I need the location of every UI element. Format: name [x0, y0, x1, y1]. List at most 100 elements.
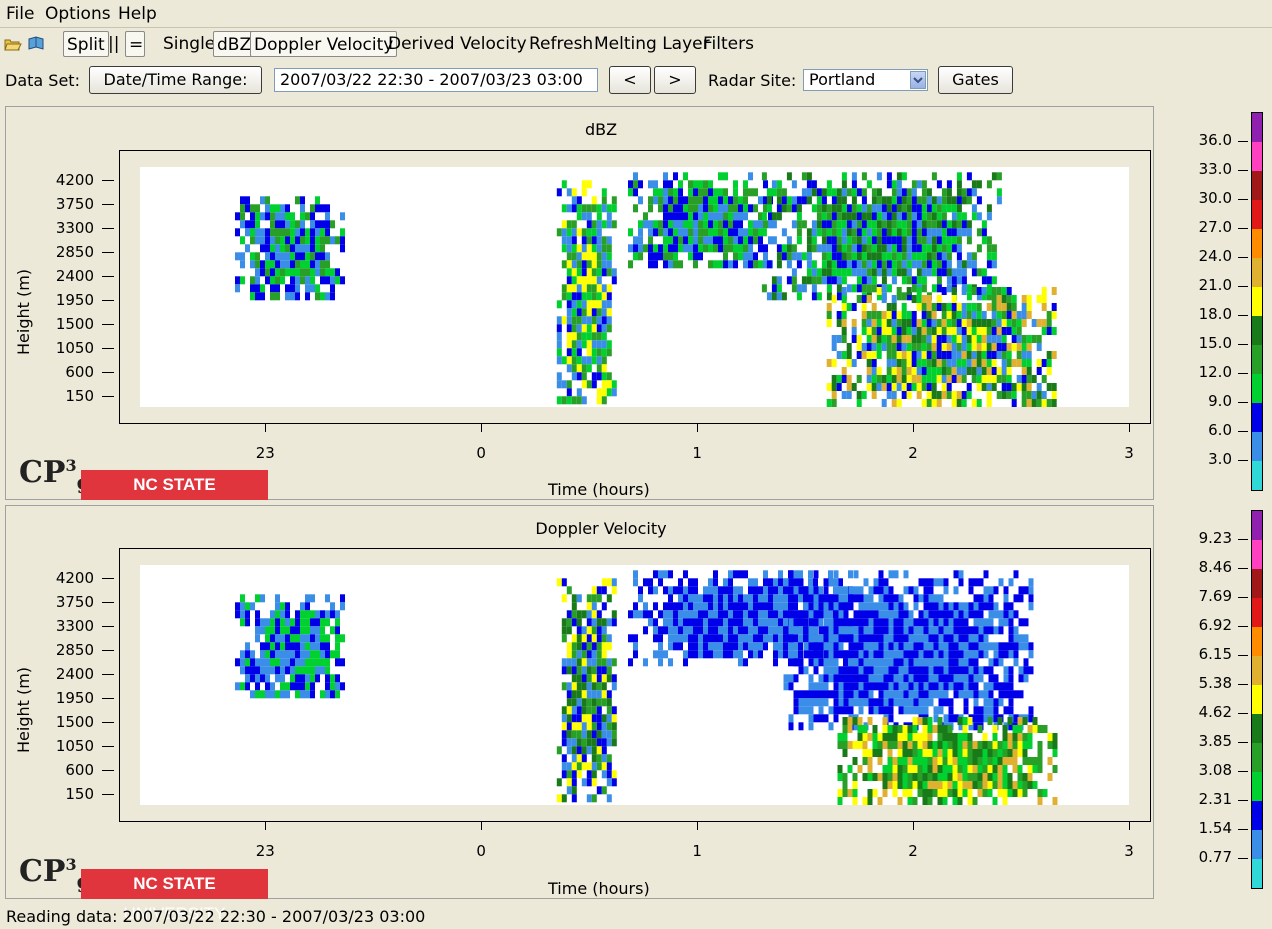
heatmap-cell — [878, 682, 884, 691]
heatmap-cell — [658, 578, 663, 587]
heatmap-cell — [858, 658, 864, 667]
heatmap-cell — [586, 746, 592, 755]
heatmap-cell — [888, 634, 894, 643]
heatmap-cell — [315, 674, 320, 683]
heatmap-cell — [868, 602, 874, 611]
menu-options[interactable]: Options — [45, 4, 111, 24]
heatmap-cell — [966, 292, 972, 301]
heatmap-cell — [245, 196, 250, 205]
heatmap-cell — [826, 228, 832, 237]
heatmap-cell — [987, 765, 993, 773]
heatmap-cell — [1022, 717, 1028, 725]
heatmap-cell — [897, 757, 903, 765]
heatmap-cell — [606, 754, 612, 763]
doppler-velocity-button[interactable]: Doppler Velocity — [250, 31, 398, 57]
derived-velocity-button[interactable]: Derived Velocity — [388, 34, 527, 54]
book-icon[interactable] — [27, 35, 45, 51]
heatmap-cell — [823, 602, 829, 611]
refresh-button[interactable]: Refresh — [529, 34, 593, 54]
melting-layer-button[interactable]: Melting Layer — [594, 34, 710, 54]
horizontal-split-button[interactable]: = — [125, 31, 145, 57]
date-time-range-field[interactable]: 2007/03/22 22:30 - 2007/03/23 03:00 — [274, 68, 598, 92]
heatmap-cell — [571, 658, 577, 667]
single-button[interactable]: Single — [163, 34, 215, 54]
heatmap-cell — [1013, 570, 1019, 579]
heatmap-cell — [581, 730, 587, 739]
heatmap-cell — [918, 682, 924, 691]
heatmap-cell — [986, 327, 992, 335]
heatmap-cell — [851, 212, 857, 221]
heatmap-cell — [908, 642, 914, 651]
heatmap-cell — [275, 212, 280, 221]
heatmap-cell — [1046, 311, 1052, 319]
heatmap-cell — [698, 634, 703, 643]
next-button[interactable]: > — [654, 66, 696, 94]
heatmap-cell — [818, 658, 824, 667]
chevron-down-icon[interactable] — [910, 71, 926, 89]
heatmap-cell — [871, 359, 877, 367]
heatmap-cell — [648, 618, 653, 627]
heatmap-cell — [936, 303, 942, 311]
heatmap-cell — [1021, 367, 1027, 375]
heatmap-cell — [703, 196, 708, 205]
heatmap-cell — [873, 578, 879, 587]
heatmap-cell — [791, 252, 797, 261]
heatmap-cell — [943, 602, 949, 611]
y-tick-label: 4200 — [55, 569, 94, 588]
radar-site-select[interactable]: Portland — [803, 69, 928, 91]
heatmap-cell — [857, 765, 863, 773]
heatmap-cell — [310, 244, 315, 253]
dbz-button[interactable]: dBZ — [213, 31, 256, 57]
heatmap-cell — [892, 733, 898, 741]
date-time-range-button[interactable]: Date/Time Range: — [89, 66, 262, 94]
heatmap-cell — [923, 578, 929, 587]
heatmap-cell — [658, 196, 663, 205]
heatmap-cell — [862, 725, 868, 733]
heatmap-cell — [973, 658, 979, 667]
heatmap-cell — [986, 303, 992, 311]
heatmap-cell — [576, 388, 582, 397]
heatmap-cell — [993, 650, 999, 659]
heatmap-cell — [280, 690, 285, 699]
gates-button[interactable]: Gates — [938, 66, 1013, 94]
heatmap-cell — [556, 794, 562, 803]
heatmap-cell — [837, 741, 843, 749]
heatmap-cell — [300, 690, 305, 699]
heatmap-cell — [836, 383, 842, 391]
heatmap-cell — [886, 220, 892, 229]
heatmap-cell — [926, 196, 932, 205]
heatmap-cell — [841, 172, 847, 181]
heatmap-cell — [883, 642, 889, 651]
heatmap-cell — [315, 292, 320, 301]
menu-help[interactable]: Help — [118, 4, 157, 24]
heatmap-cell — [748, 586, 753, 595]
heatmap-cell — [853, 610, 859, 619]
heatmap-cell — [916, 327, 922, 335]
heatmap-cell — [718, 220, 723, 229]
heatmap-cell — [778, 634, 783, 643]
heatmap-cell — [668, 260, 673, 269]
heatmap-cell — [968, 690, 974, 699]
heatmap-cell — [856, 252, 862, 261]
split-button[interactable]: Split — [63, 31, 109, 57]
colorbar-swatch — [1252, 598, 1262, 627]
heatmap-cell — [896, 220, 902, 229]
heatmap-cell — [912, 741, 918, 749]
filters-button[interactable]: Filters — [703, 34, 754, 54]
heatmap-cell — [831, 188, 837, 197]
heatmap-cell — [1003, 674, 1009, 683]
heatmap-cell — [828, 642, 834, 651]
menu-file[interactable]: File — [6, 4, 34, 24]
heatmap-cell — [571, 610, 577, 619]
folder-open-icon[interactable] — [4, 36, 22, 51]
heatmap-cell — [596, 706, 602, 715]
previous-button[interactable]: < — [609, 66, 651, 94]
heatmap-cell — [841, 220, 847, 229]
heatmap-cell — [576, 340, 582, 349]
heatmap-cell — [938, 634, 944, 643]
heatmap-cell — [300, 658, 305, 667]
x-tick-mark — [913, 424, 915, 432]
vertical-split-button[interactable]: || — [108, 34, 119, 54]
heatmap-cell — [576, 212, 582, 221]
heatmap-cell — [963, 690, 969, 699]
